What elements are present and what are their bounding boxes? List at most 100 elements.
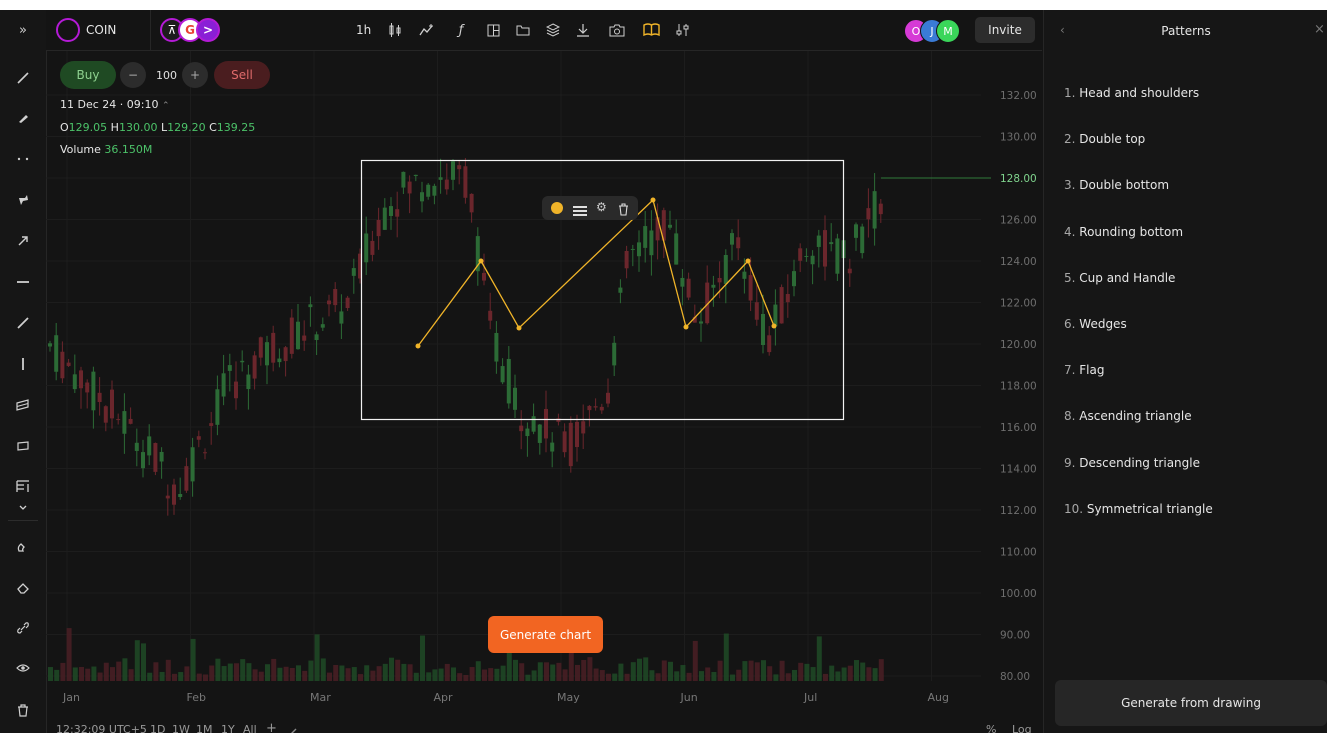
volume-bar — [816, 636, 822, 681]
candle-body — [246, 374, 251, 390]
function-icon[interactable]: ƒ — [450, 20, 472, 40]
layout-icon[interactable] — [482, 20, 504, 40]
pencil-icon[interactable] — [287, 723, 297, 733]
volume-bar — [649, 670, 655, 681]
candle-body — [804, 255, 809, 257]
trash-icon[interactable] — [11, 698, 35, 722]
eye-icon[interactable] — [11, 656, 35, 680]
volume-bar — [364, 665, 370, 681]
vertical-line-icon[interactable] — [11, 352, 35, 376]
chart-area[interactable]: 132.00 130.00 128.00 126.00 124.00 122.00 120.… — [46, 51, 1042, 733]
volume-bar — [668, 661, 673, 681]
candle-body — [209, 423, 214, 426]
candle-body — [500, 366, 505, 383]
volume-bar — [72, 667, 78, 681]
volume-bar — [531, 670, 537, 681]
decrease-quantity-button[interactable]: − — [120, 62, 146, 88]
candle-body — [866, 208, 871, 220]
volume-bar — [327, 672, 332, 681]
pattern-item[interactable]: 1. Head and shoulders — [1064, 86, 1199, 100]
pattern-item[interactable]: 4. Rounding bottom — [1064, 225, 1183, 239]
quantity-input[interactable]: 100 — [156, 69, 177, 82]
pattern-item[interactable]: 3. Double bottom — [1064, 178, 1169, 192]
color-picker-icon[interactable] — [551, 202, 563, 214]
camera-icon[interactable] — [606, 20, 628, 40]
buy-button[interactable]: Buy — [60, 61, 116, 89]
candles-icon[interactable] — [384, 20, 406, 40]
arrow-icon[interactable] — [11, 229, 35, 253]
pattern-label: Ascending triangle — [1079, 409, 1192, 424]
avatar[interactable]: M — [936, 19, 960, 43]
chevron-up-icon[interactable]: ⌃ — [162, 101, 170, 111]
invite-button[interactable]: Invite — [975, 17, 1035, 43]
link-icon[interactable] — [11, 616, 35, 640]
patterns-panel: ‹ Patterns × 1. Head and shoulders 2. Dou… — [1043, 10, 1327, 733]
indicator-icon[interactable] — [416, 20, 438, 40]
candle-body — [196, 436, 201, 440]
log-toggle[interactable]: Log — [1012, 723, 1032, 733]
volume-bar — [289, 667, 295, 681]
price-tick-label: 116.00 — [1000, 422, 1037, 434]
brush-icon[interactable] — [11, 106, 35, 130]
generate-chart-button[interactable]: Generate chart — [488, 616, 603, 653]
volume-bar — [847, 665, 853, 681]
horizontal-line-icon[interactable] — [11, 270, 35, 294]
gear-icon[interactable]: ⚙ — [596, 200, 607, 214]
download-icon[interactable] — [572, 20, 594, 40]
increase-quantity-button[interactable]: + — [182, 62, 208, 88]
volume-bar — [79, 666, 84, 681]
candle-body — [339, 311, 344, 324]
candle-body — [432, 185, 437, 196]
price-tick-label: 80.00 — [1000, 671, 1030, 683]
pattern-item[interactable]: 6. Wedges — [1064, 317, 1127, 331]
candle-body — [395, 209, 400, 217]
volume-bar — [426, 672, 432, 681]
candle-body — [190, 447, 195, 482]
percent-toggle[interactable]: % — [986, 723, 996, 733]
pattern-item[interactable]: 2. Double top — [1064, 132, 1145, 146]
candle-body — [283, 347, 288, 362]
chevron-down-icon[interactable] — [11, 496, 35, 520]
line-style-icon[interactable] — [573, 202, 587, 221]
candle-body — [860, 226, 865, 254]
layers-icon[interactable] — [542, 20, 564, 40]
eraser-icon[interactable] — [11, 576, 35, 600]
generate-from-drawing-button[interactable]: Generate from drawing — [1055, 680, 1327, 726]
ray-icon[interactable] — [11, 311, 35, 335]
range-1w[interactable]: 1W — [172, 723, 190, 733]
pattern-item[interactable]: 5. Cup and Handle — [1064, 271, 1175, 285]
candle-body — [178, 493, 183, 497]
price-tick-label: 110.00 — [1000, 547, 1037, 559]
close-icon[interactable]: × — [1314, 22, 1325, 37]
dots-icon[interactable] — [11, 147, 35, 171]
candle-body — [513, 387, 517, 410]
extensions-badges[interactable]: ⊼ G > — [160, 18, 222, 42]
candle-body — [66, 362, 71, 366]
candle-body — [333, 289, 338, 306]
pattern-item[interactable]: 9. Descending triangle — [1064, 456, 1200, 470]
settings-sliders-icon[interactable] — [672, 20, 694, 40]
rectangle-icon[interactable] — [11, 434, 35, 458]
pattern-item[interactable]: 8. Ascending triangle — [1064, 409, 1192, 423]
volume-bar — [823, 673, 828, 681]
trash-icon[interactable] — [618, 201, 629, 220]
add-range-icon[interactable]: + — [266, 721, 277, 733]
candle-body — [829, 242, 834, 245]
pattern-item[interactable]: 10. Symmetrical triangle — [1064, 502, 1213, 516]
sell-button[interactable]: Sell — [214, 61, 270, 89]
pattern-item[interactable]: 7. Flag — [1064, 363, 1105, 377]
pin-icon[interactable] — [11, 188, 35, 212]
folder-icon[interactable] — [512, 20, 534, 40]
book-icon[interactable] — [640, 20, 662, 40]
trend-line-icon[interactable] — [11, 66, 35, 90]
range-1d[interactable]: 1D — [150, 723, 165, 733]
range-1y[interactable]: 1Y — [221, 723, 235, 733]
range-all[interactable]: All — [243, 723, 257, 733]
channel-icon[interactable] — [11, 393, 35, 417]
symbol-name[interactable]: COIN — [86, 23, 116, 37]
interval-selector[interactable]: 1h — [356, 23, 371, 37]
fib-icon[interactable] — [11, 474, 35, 498]
range-1m[interactable]: 1M — [196, 723, 213, 733]
collapse-icon[interactable]: » — [11, 18, 35, 42]
magnet-icon[interactable] — [11, 536, 35, 560]
